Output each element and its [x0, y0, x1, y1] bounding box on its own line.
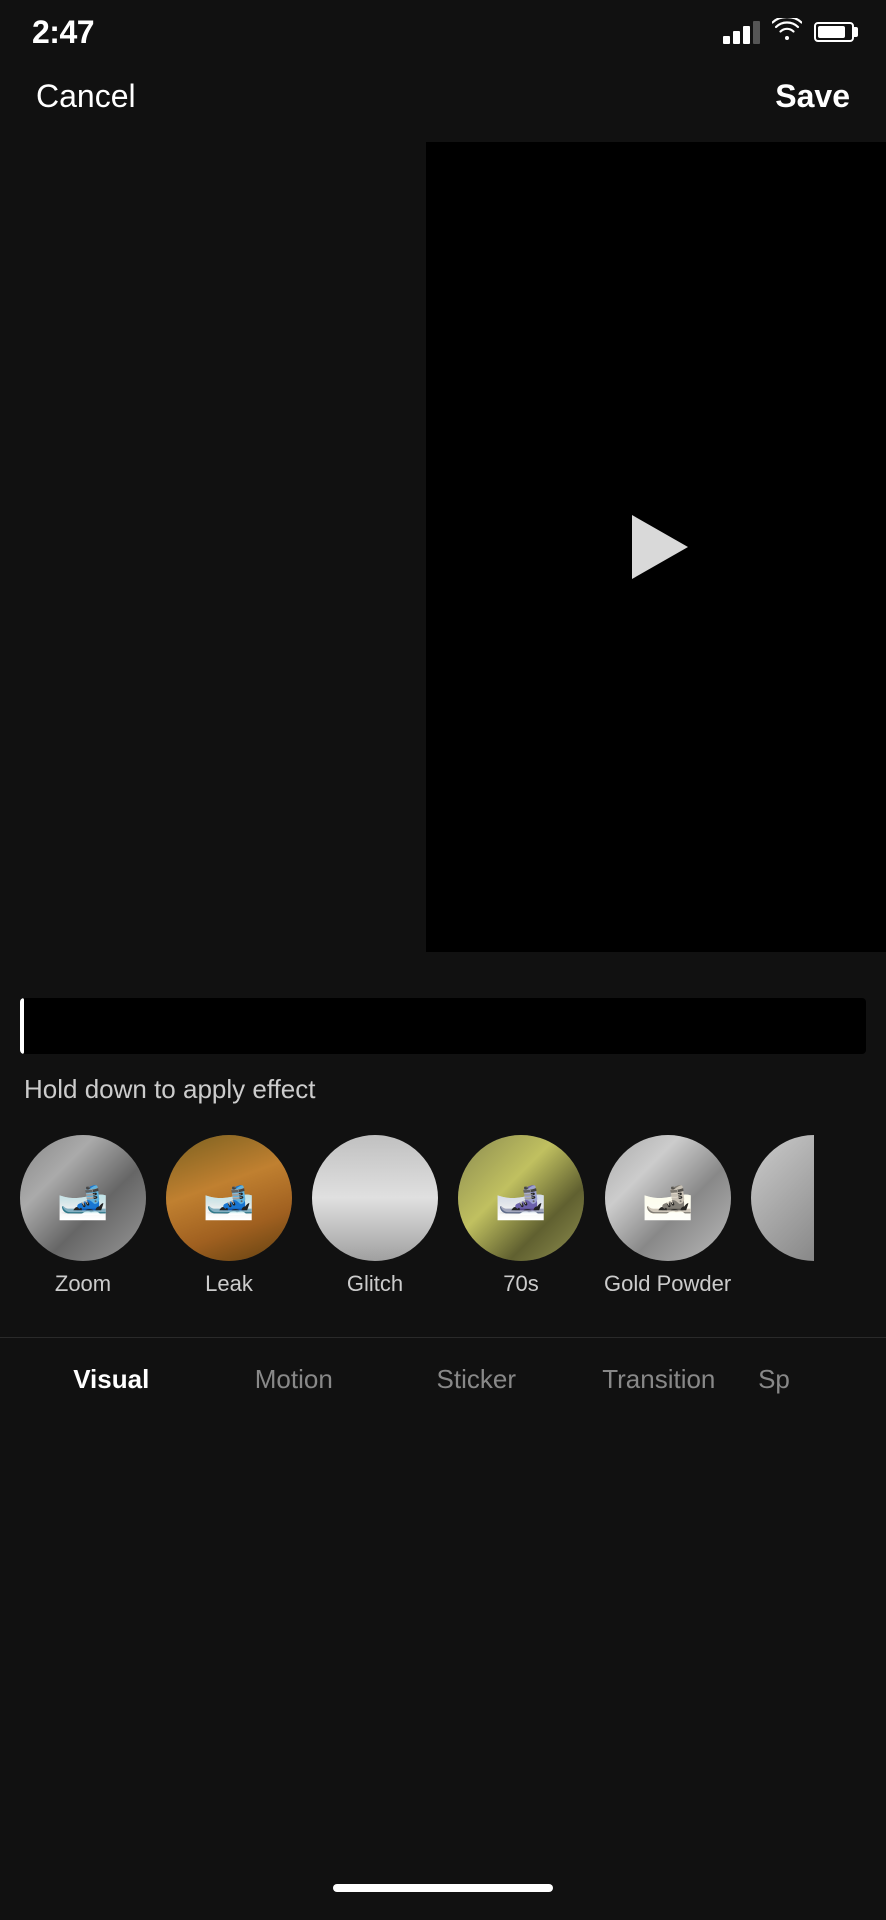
timeline-indicator	[20, 998, 24, 1054]
timeline-bar[interactable]	[20, 998, 866, 1054]
play-button[interactable]	[624, 515, 688, 579]
effect-item-zoom[interactable]: Zoom	[20, 1135, 146, 1297]
play-icon	[632, 515, 688, 579]
signal-bar-1	[723, 36, 730, 44]
effect-item-leak[interactable]: Leak	[166, 1135, 292, 1297]
signal-bar-3	[743, 26, 750, 44]
hold-text: Hold down to apply effect	[20, 1074, 866, 1105]
signal-bar-2	[733, 31, 740, 44]
tab-visual[interactable]: Visual	[20, 1348, 203, 1411]
effect-label-70s: 70s	[503, 1271, 538, 1297]
leak-thumbnail	[166, 1135, 292, 1261]
tab-motion[interactable]: Motion	[203, 1348, 386, 1411]
home-bar	[333, 1884, 553, 1892]
effect-label-leak: Leak	[205, 1271, 253, 1297]
category-tabs: Visual Motion Sticker Transition Sp	[0, 1337, 886, 1421]
status-bar: 2:47	[0, 0, 886, 60]
effect-circle-glitch	[312, 1135, 438, 1261]
wifi-icon	[772, 18, 802, 46]
effect-label-zoom: Zoom	[55, 1271, 111, 1297]
effect-item-70s[interactable]: 70s	[458, 1135, 584, 1297]
tab-sticker[interactable]: Sticker	[385, 1348, 568, 1411]
effect-circle-gold-powder	[605, 1135, 731, 1261]
effect-item-partial	[751, 1135, 814, 1271]
cancel-button[interactable]: Cancel	[36, 78, 136, 115]
zoom-thumbnail	[20, 1135, 146, 1261]
seventies-thumbnail	[458, 1135, 584, 1261]
gold-powder-thumbnail	[605, 1135, 731, 1261]
home-indicator	[0, 1864, 886, 1908]
status-icons	[723, 18, 854, 46]
video-player[interactable]	[426, 142, 886, 952]
effect-label-gold-powder: Gold Powder	[604, 1271, 731, 1297]
save-button[interactable]: Save	[775, 78, 850, 115]
effect-label-glitch: Glitch	[347, 1271, 403, 1297]
partial-circle	[751, 1135, 814, 1261]
effect-item-glitch[interactable]: Glitch	[312, 1135, 438, 1297]
effect-circle-leak	[166, 1135, 292, 1261]
signal-bar-4	[753, 21, 760, 44]
effect-circle-70s	[458, 1135, 584, 1261]
effect-item-gold-powder[interactable]: Gold Powder	[604, 1135, 731, 1297]
effects-row: Zoom Leak Glitch 70s Gold Powder	[0, 1105, 886, 1317]
battery-icon	[814, 22, 854, 42]
timeline-section: Hold down to apply effect	[0, 962, 886, 1105]
signal-icon	[723, 21, 760, 44]
effect-circle-zoom	[20, 1135, 146, 1261]
status-time: 2:47	[32, 14, 94, 51]
glitch-thumbnail	[312, 1135, 438, 1261]
battery-fill	[818, 26, 845, 38]
tab-transition[interactable]: Transition	[568, 1348, 751, 1411]
top-navigation: Cancel Save	[0, 60, 886, 132]
tab-sp[interactable]: Sp	[750, 1348, 866, 1411]
